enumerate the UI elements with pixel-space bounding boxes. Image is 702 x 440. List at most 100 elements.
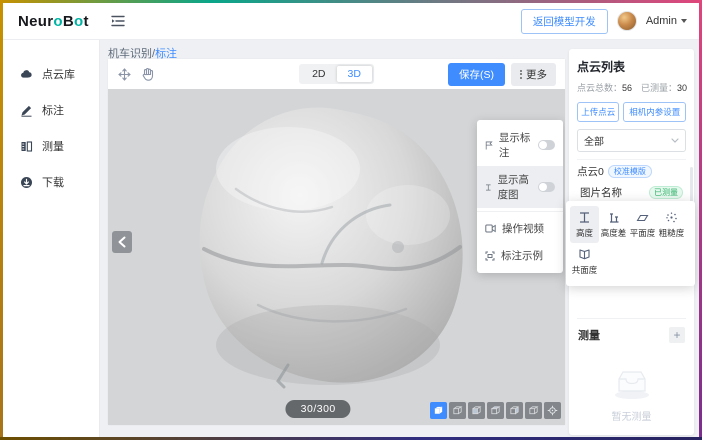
point-cloud-library-icon (20, 68, 33, 81)
height-tool-icon (578, 211, 591, 224)
tool-label: 粗糙度 (659, 227, 685, 239)
stat-label: 点云总数： (577, 83, 622, 93)
tool-label: 共面度 (572, 264, 598, 276)
frame-icon (485, 251, 495, 261)
cube-view-4-button[interactable] (506, 402, 523, 419)
prev-image-button[interactable] (112, 231, 132, 253)
upload-point-cloud-button[interactable]: 上传点云 (577, 102, 619, 122)
stat-label: 已测量： (641, 83, 677, 93)
cube-view-1-button[interactable] (449, 402, 466, 419)
coplanarity-tool-icon (578, 248, 591, 261)
collapse-menu-icon[interactable] (111, 15, 125, 27)
height-diff-tool-icon (607, 211, 620, 224)
image-name: 图片名称 (580, 185, 622, 200)
cube-view-3-button[interactable] (487, 402, 504, 419)
tool-coplanarity[interactable]: 共面度 (570, 243, 599, 280)
logo-text: t (83, 13, 88, 30)
cube-solid-icon (433, 405, 444, 416)
back-to-model-dev-button[interactable]: 返回模型开发 (521, 9, 608, 34)
user-name: Admin (646, 15, 677, 27)
measure-title: 测量 (578, 327, 600, 343)
image-row[interactable]: 图片名称 已测量 (577, 182, 686, 202)
viewer-toolbar-right: 保存(S) 更多 (448, 63, 556, 86)
logo-text: B (63, 13, 74, 30)
panel-stats: 点云总数：56 已测量：30 (577, 81, 686, 94)
body-row: 点云库 标注 测量 下载 机车识别/标注 (3, 40, 699, 437)
tool-roughness[interactable]: 粗糙度 (657, 206, 686, 243)
view-cube-buttons (430, 402, 561, 419)
image-pager: 30/300 (286, 400, 351, 418)
menu-item-label: 显示高度图 (498, 172, 532, 202)
add-measure-button[interactable]: + (669, 327, 685, 343)
menu-item-show-heightmap[interactable]: 显示高度图 (477, 166, 563, 208)
measure-tool-palette: 高度 高度差 平面度 粗糙度 (566, 201, 695, 286)
more-dropdown-menu: 显示标注 显示高度图 操作视频 (477, 120, 563, 273)
sidebar-item-point-cloud-library[interactable]: 点云库 (3, 56, 99, 92)
locate-icon (547, 405, 558, 416)
stat-measured: 已测量：30 (641, 81, 687, 94)
logo-text: o (53, 13, 62, 30)
caret-down-icon (681, 19, 687, 23)
annotate-pen-icon (20, 104, 33, 117)
measure-section-header: 测量 + (577, 318, 686, 349)
view-2d-button[interactable]: 2D (301, 66, 336, 82)
cube-view-icon (509, 405, 520, 416)
app-logo: NeuroBot (3, 13, 100, 30)
sidebar-item-measure[interactable]: 测量 (3, 128, 99, 164)
user-menu[interactable]: Admin (646, 15, 687, 27)
menu-item-show-annotations[interactable]: 显示标注 (477, 124, 563, 166)
header-right: 返回模型开发 Admin (521, 9, 699, 34)
sidebar: 点云库 标注 测量 下载 (3, 40, 100, 437)
point-cloud-model[interactable] (170, 97, 500, 402)
cube-view-icon (452, 405, 463, 416)
window-border-top (0, 0, 702, 3)
cube-view-icon (490, 405, 501, 416)
show-heightmap-toggle[interactable] (538, 182, 555, 192)
viewer-tools (117, 67, 155, 82)
menu-item-annotation-example[interactable]: 标注示例 (477, 242, 563, 269)
pan-move-icon[interactable] (117, 67, 132, 82)
roughness-tool-icon (665, 211, 678, 224)
show-annotations-toggle[interactable] (538, 140, 555, 150)
tool-height-diff[interactable]: 高度差 (599, 206, 628, 243)
cube-solid-view-button[interactable] (430, 402, 447, 419)
main-content: 机车识别/标注 2D 3D (100, 40, 699, 437)
sidebar-item-label: 下载 (42, 174, 64, 190)
tool-height[interactable]: 高度 (570, 206, 599, 243)
hand-drag-icon[interactable] (141, 67, 155, 82)
logo-text: Neur (18, 13, 53, 30)
stat-value: 56 (622, 83, 632, 93)
save-button[interactable]: 保存(S) (448, 63, 505, 86)
menu-item-tutorial-video[interactable]: 操作视频 (477, 215, 563, 242)
sidebar-item-label: 标注 (42, 102, 64, 118)
window-border-left (0, 0, 3, 440)
measured-badge: 已测量 (649, 186, 683, 199)
cube-view-icon (528, 405, 539, 416)
flatness-tool-icon (636, 211, 649, 224)
cube-view-2-button[interactable] (468, 402, 485, 419)
flag-icon (485, 140, 493, 151)
more-button[interactable]: 更多 (511, 63, 556, 86)
empty-measure-state: 暂无测量 (569, 367, 694, 423)
sidebar-item-annotate[interactable]: 标注 (3, 92, 99, 128)
sidebar-item-label: 测量 (42, 138, 64, 154)
panel-buttons: 上传点云 相机内参设置 (577, 102, 686, 122)
viewer-toolbar: 2D 3D 保存(S) 更多 (108, 59, 565, 89)
camera-intrinsics-button[interactable]: 相机内参设置 (623, 102, 686, 122)
user-avatar[interactable] (617, 11, 637, 31)
viewer-card: 2D 3D 保存(S) 更多 (108, 59, 565, 425)
more-dots-icon (520, 70, 522, 79)
tool-flatness[interactable]: 平面度 (628, 206, 657, 243)
filter-value: 全部 (584, 133, 604, 148)
viewer-canvas[interactable]: 30/300 (108, 89, 565, 425)
cube-view-icon (471, 405, 482, 416)
panel-title: 点云列表 (577, 58, 686, 75)
cube-view-5-button[interactable] (525, 402, 542, 419)
point-cloud-panel: 点云列表 点云总数：56 已测量：30 上传点云 相机内参设置 全部 点云 (569, 49, 694, 435)
view-3d-button[interactable]: 3D (337, 66, 372, 82)
filter-select[interactable]: 全部 (577, 129, 686, 152)
locate-reset-button[interactable] (544, 402, 561, 419)
cloud-group-row[interactable]: 点云0 校准模版 (577, 159, 686, 182)
tool-label: 高度 (576, 227, 593, 239)
sidebar-item-download[interactable]: 下载 (3, 164, 99, 200)
